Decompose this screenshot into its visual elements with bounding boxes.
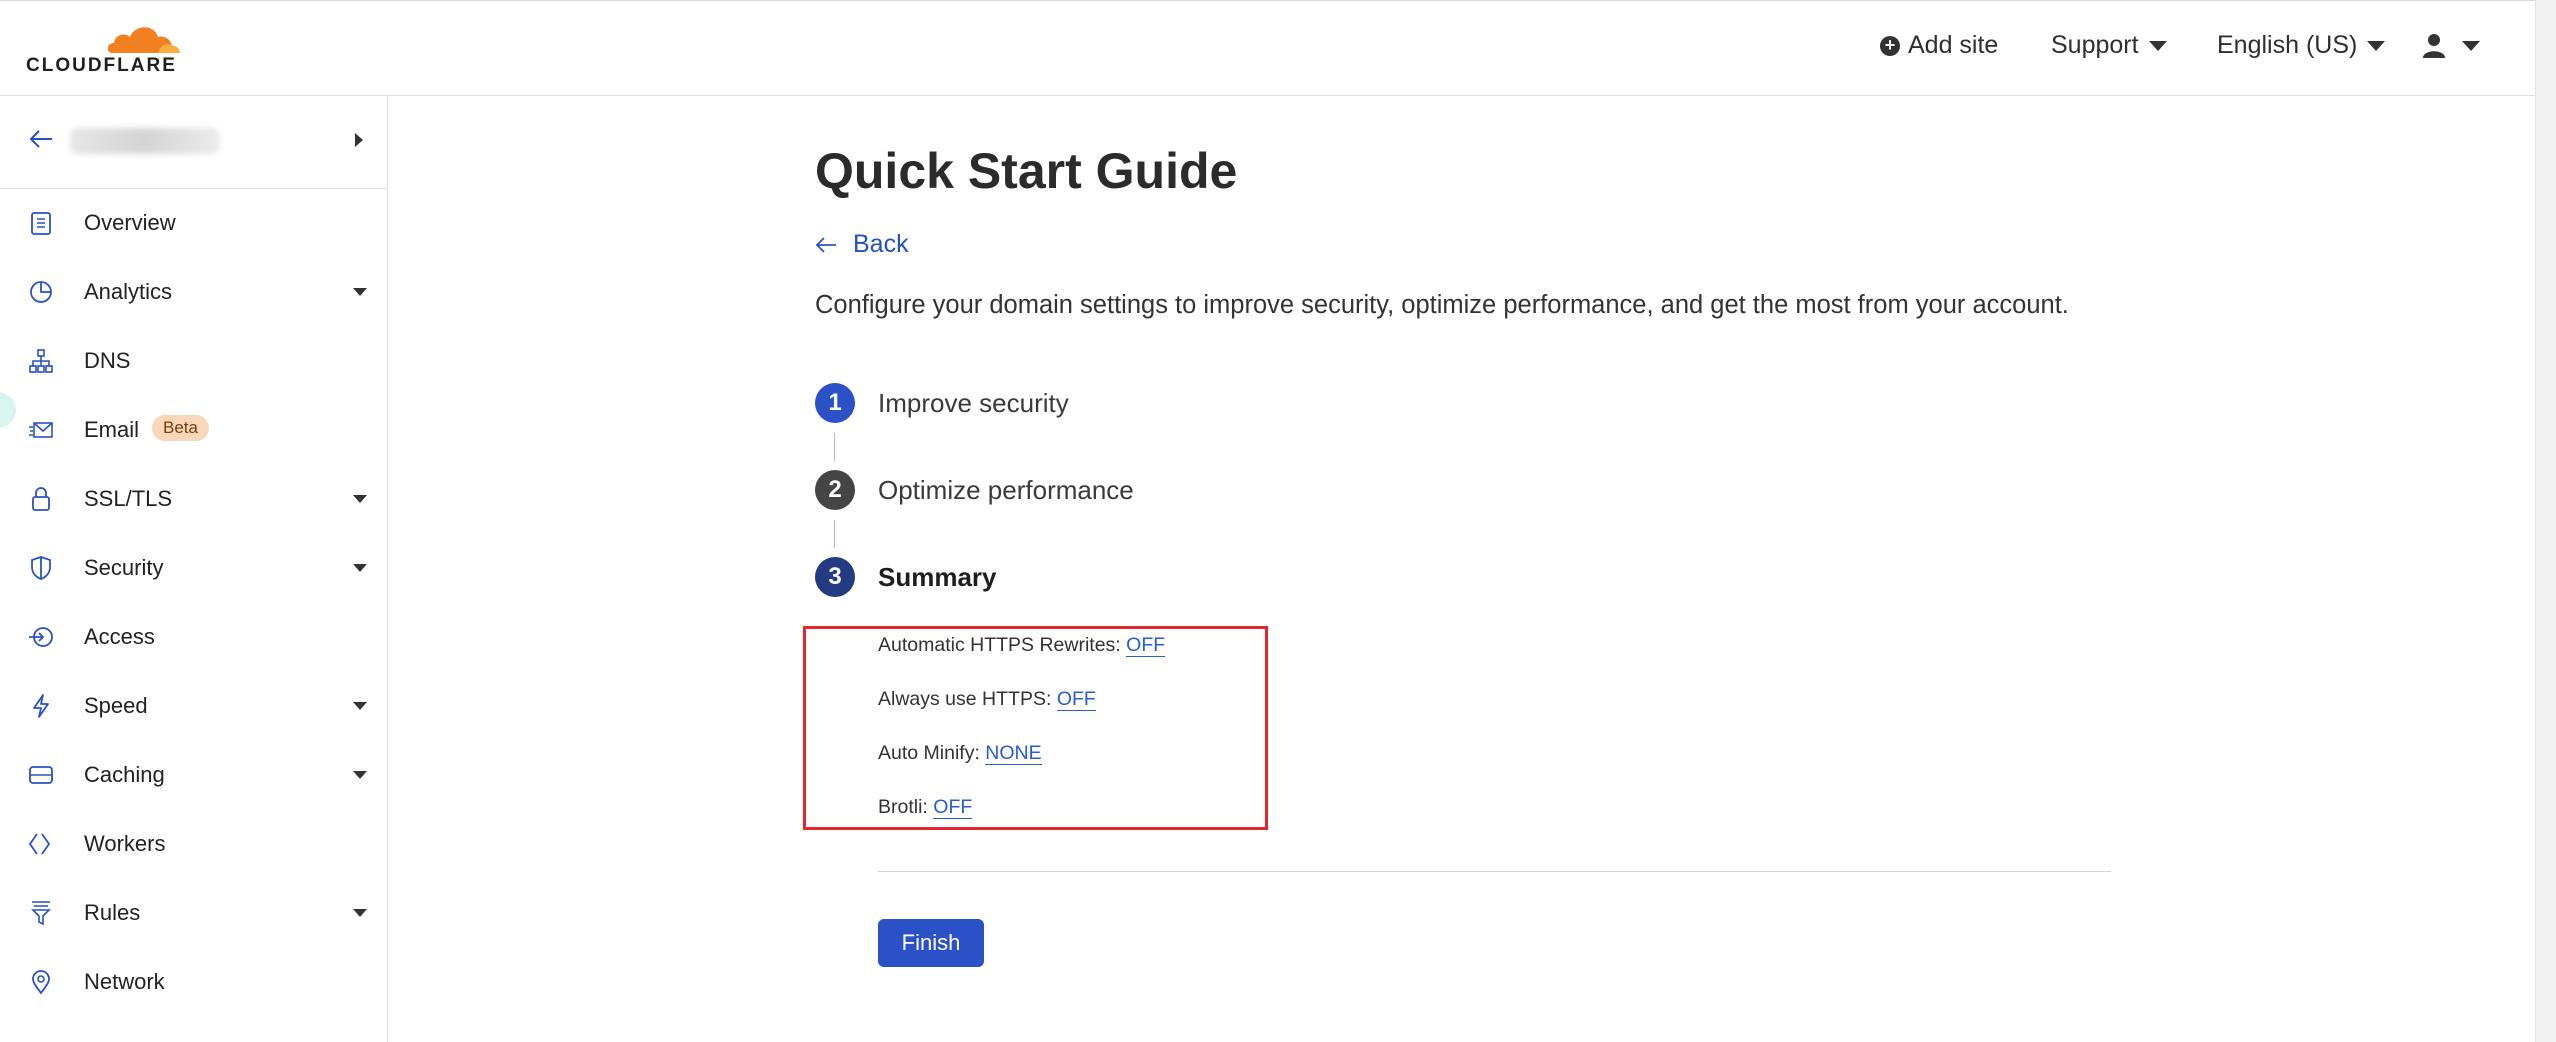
summary-always-use-https: Always use HTTPS: OFF xyxy=(878,688,1096,711)
setting-label: Always use HTTPS: xyxy=(878,688,1052,710)
beta-badge: Beta xyxy=(152,415,209,441)
user-icon xyxy=(2423,34,2445,58)
summary-brotli: Brotli: OFF xyxy=(878,796,973,819)
step-label: Improve security xyxy=(878,387,1069,418)
arrow-left-icon[interactable] xyxy=(28,126,54,152)
language-menu[interactable]: English (US) xyxy=(2217,31,2386,60)
lock-icon xyxy=(32,487,50,511)
sidebar-item-dns[interactable]: DNS xyxy=(0,326,387,395)
workers-icon xyxy=(28,833,51,855)
envelope-icon xyxy=(29,422,53,438)
filter-icon xyxy=(31,901,51,926)
sidebar-item-label: Workers xyxy=(84,830,166,856)
caret-down-icon xyxy=(353,909,367,917)
divider xyxy=(878,871,2111,872)
setting-label: Brotli: xyxy=(878,796,928,818)
step-number: 1 xyxy=(815,383,855,423)
sidebar-item-label: Speed xyxy=(84,692,148,718)
sidebar-item-ssl-tls[interactable]: SSL/TLS xyxy=(0,464,387,533)
sidebar-item-rules[interactable]: Rules xyxy=(0,878,387,947)
lightning-icon xyxy=(33,694,49,718)
sidebar-item-email[interactable]: Email Beta xyxy=(0,395,387,464)
pie-chart-icon xyxy=(30,281,52,303)
step-connector xyxy=(834,520,835,548)
caret-down-icon xyxy=(2367,40,2386,51)
site-selector[interactable] xyxy=(0,96,387,189)
sidebar-item-speed[interactable]: Speed xyxy=(0,671,387,740)
step-connector xyxy=(834,433,835,461)
support-label: Support xyxy=(2051,31,2139,59)
sidebar-item-caching[interactable]: Caching xyxy=(0,740,387,809)
support-menu[interactable]: Support xyxy=(2051,31,2167,60)
sidebar-item-overview[interactable]: Overview xyxy=(0,188,387,257)
sidebar-item-label: Rules xyxy=(84,899,141,925)
location-pin-icon xyxy=(32,970,50,995)
logo-wordmark: CLOUDFLARE xyxy=(26,55,177,76)
caret-down-icon xyxy=(353,564,367,572)
sidebar-item-label: Analytics xyxy=(84,278,173,304)
sidebar-item-workers[interactable]: Workers xyxy=(0,809,387,878)
sidebar-item-network[interactable]: Network xyxy=(0,947,387,1016)
shield-icon xyxy=(31,556,51,580)
setting-value-link[interactable]: OFF xyxy=(1056,688,1096,711)
sidebar-item-security[interactable]: Security xyxy=(0,533,387,602)
summary-auto-minify: Auto Minify: NONE xyxy=(878,742,1042,765)
add-site-label: Add site xyxy=(1908,31,1999,59)
step-number: 2 xyxy=(815,470,855,510)
back-link[interactable]: Back xyxy=(815,230,909,259)
sidebar-item-label: Security xyxy=(84,554,164,580)
back-label: Back xyxy=(853,230,909,258)
setting-label: Automatic HTTPS Rewrites: xyxy=(878,634,1121,656)
user-menu[interactable] xyxy=(2422,33,2480,59)
cloudflare-logo[interactable]: CLOUDFLARE xyxy=(26,19,186,77)
setting-value-link[interactable]: OFF xyxy=(1126,634,1166,657)
plus-circle-icon: + xyxy=(1880,35,1900,56)
caret-down-icon xyxy=(2462,41,2480,51)
sidebar-item-access[interactable]: Access xyxy=(0,602,387,671)
language-label: English (US) xyxy=(2217,31,2358,59)
page-title: Quick Start Guide xyxy=(815,143,1238,199)
access-icon xyxy=(29,627,53,647)
step-label: Summary xyxy=(878,561,997,592)
sidebar-item-label: Caching xyxy=(84,761,165,787)
network-tree-icon xyxy=(29,349,53,373)
finish-button[interactable]: Finish xyxy=(878,919,984,967)
caret-down-icon xyxy=(2148,40,2167,51)
window-scrollbar[interactable] xyxy=(2535,0,2556,1042)
caret-down-icon xyxy=(353,495,367,503)
sidebar-item-analytics[interactable]: Analytics xyxy=(0,257,387,326)
add-site-button[interactable]: + Add site xyxy=(1880,31,1998,60)
storage-icon xyxy=(29,766,53,784)
setting-value-link[interactable]: OFF xyxy=(933,796,973,819)
arrow-left-icon xyxy=(815,236,836,253)
step-improve-security[interactable]: 1 Improve security xyxy=(815,383,1069,423)
step-number: 3 xyxy=(815,557,855,597)
setting-value-link[interactable]: NONE xyxy=(985,742,1042,765)
site-name-redacted xyxy=(70,128,220,154)
caret-down-icon xyxy=(353,702,367,710)
sidebar-item-label: Email xyxy=(84,416,140,442)
sidebar-item-label: Overview xyxy=(84,209,176,235)
step-label: Optimize performance xyxy=(878,474,1134,505)
sidebar-item-label: Network xyxy=(84,968,165,994)
sidebar: Overview Analytics DNS Email Beta SSL/TL… xyxy=(0,96,388,1042)
caret-right-icon[interactable] xyxy=(355,133,363,147)
step-summary: 3 Summary xyxy=(815,557,997,597)
sidebar-item-label: SSL/TLS xyxy=(84,485,173,511)
setting-label: Auto Minify: xyxy=(878,742,980,764)
summary-automatic-https-rewrites: Automatic HTTPS Rewrites: OFF xyxy=(878,634,1166,657)
cloud-logo-icon xyxy=(107,27,180,53)
sidebar-nav: Overview Analytics DNS Email Beta SSL/TL… xyxy=(0,188,387,1016)
top-header: CLOUDFLARE + Add site Support English (U… xyxy=(0,0,2536,96)
intro-text: Configure your domain settings to improv… xyxy=(815,291,2069,319)
sidebar-item-label: DNS xyxy=(84,347,131,373)
clipboard-icon xyxy=(31,212,51,235)
step-optimize-performance[interactable]: 2 Optimize performance xyxy=(815,470,1134,510)
sidebar-item-label: Access xyxy=(84,623,155,649)
caret-down-icon xyxy=(353,288,367,296)
caret-down-icon xyxy=(353,771,367,779)
